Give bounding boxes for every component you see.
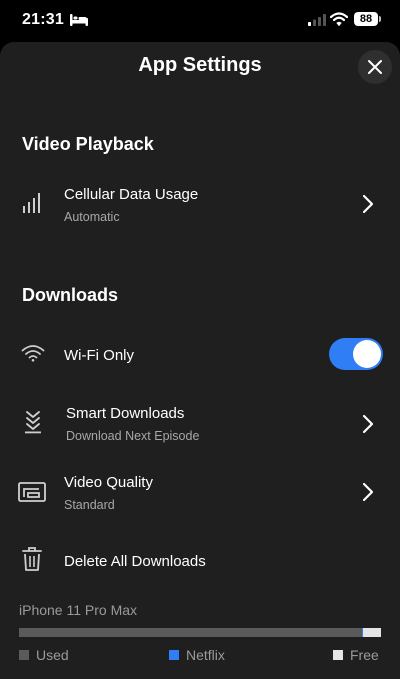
video-quality-label: Video Quality <box>64 474 153 491</box>
legend-used-label: Used <box>36 647 69 663</box>
chevron-right-icon <box>362 414 374 439</box>
legend-netflix: Netflix <box>169 647 225 663</box>
trash-icon <box>22 546 42 577</box>
status-time: 21:31 <box>22 11 64 28</box>
toggle-knob <box>353 340 381 368</box>
device-name: iPhone 11 Pro Max <box>19 602 138 618</box>
wifi-icon <box>21 344 45 367</box>
video-quality-row[interactable]: Video Quality Standard <box>0 462 400 526</box>
cellular-data-usage-value: Automatic <box>64 210 120 224</box>
delete-all-downloads-row[interactable]: Delete All Downloads <box>0 538 400 584</box>
video-playback-heading: Video Playback <box>22 134 154 154</box>
battery-indicator: 88 <box>354 12 381 26</box>
wifi-only-label: Wi-Fi Only <box>64 347 134 364</box>
legend-used: Used <box>19 647 69 663</box>
smart-downloads-label: Smart Downloads <box>66 405 185 422</box>
video-quality-icon <box>18 482 46 507</box>
legend-netflix-swatch <box>169 650 179 660</box>
cellular-signal-icon <box>22 192 42 219</box>
wifi-only-toggle[interactable] <box>329 338 383 370</box>
storage-used-segment <box>19 628 363 637</box>
cellular-data-usage-row[interactable]: Cellular Data Usage Automatic <box>0 172 400 236</box>
legend-free-swatch <box>333 650 343 660</box>
smart-downloads-row[interactable]: Smart Downloads Download Next Episode <box>0 392 400 456</box>
storage-bar <box>19 628 381 637</box>
cell-signal-icon <box>308 13 326 31</box>
legend-used-swatch <box>19 650 29 660</box>
page-title: App Settings <box>138 54 262 76</box>
settings-sheet: App Settings Video Playback Cellular Dat… <box>0 42 400 679</box>
video-quality-value: Standard <box>64 498 115 512</box>
downloads-heading: Downloads <box>22 285 119 305</box>
legend-free-label: Free <box>350 647 379 663</box>
close-button[interactable] <box>358 50 392 84</box>
storage-netflix-segment <box>362 628 364 637</box>
legend-netflix-label: Netflix <box>186 647 225 663</box>
sleep-focus-icon <box>70 13 88 31</box>
wifi-status-icon <box>329 12 349 31</box>
smart-downloads-icon <box>24 410 42 439</box>
legend-free: Free <box>333 647 379 663</box>
cellular-data-usage-label: Cellular Data Usage <box>64 186 199 203</box>
smart-downloads-value: Download Next Episode <box>66 429 200 443</box>
status-bar: 21:31 88 <box>0 0 400 42</box>
close-icon <box>368 60 382 74</box>
chevron-right-icon <box>362 482 374 507</box>
delete-all-downloads-label: Delete All Downloads <box>64 553 206 570</box>
chevron-right-icon <box>362 194 374 219</box>
